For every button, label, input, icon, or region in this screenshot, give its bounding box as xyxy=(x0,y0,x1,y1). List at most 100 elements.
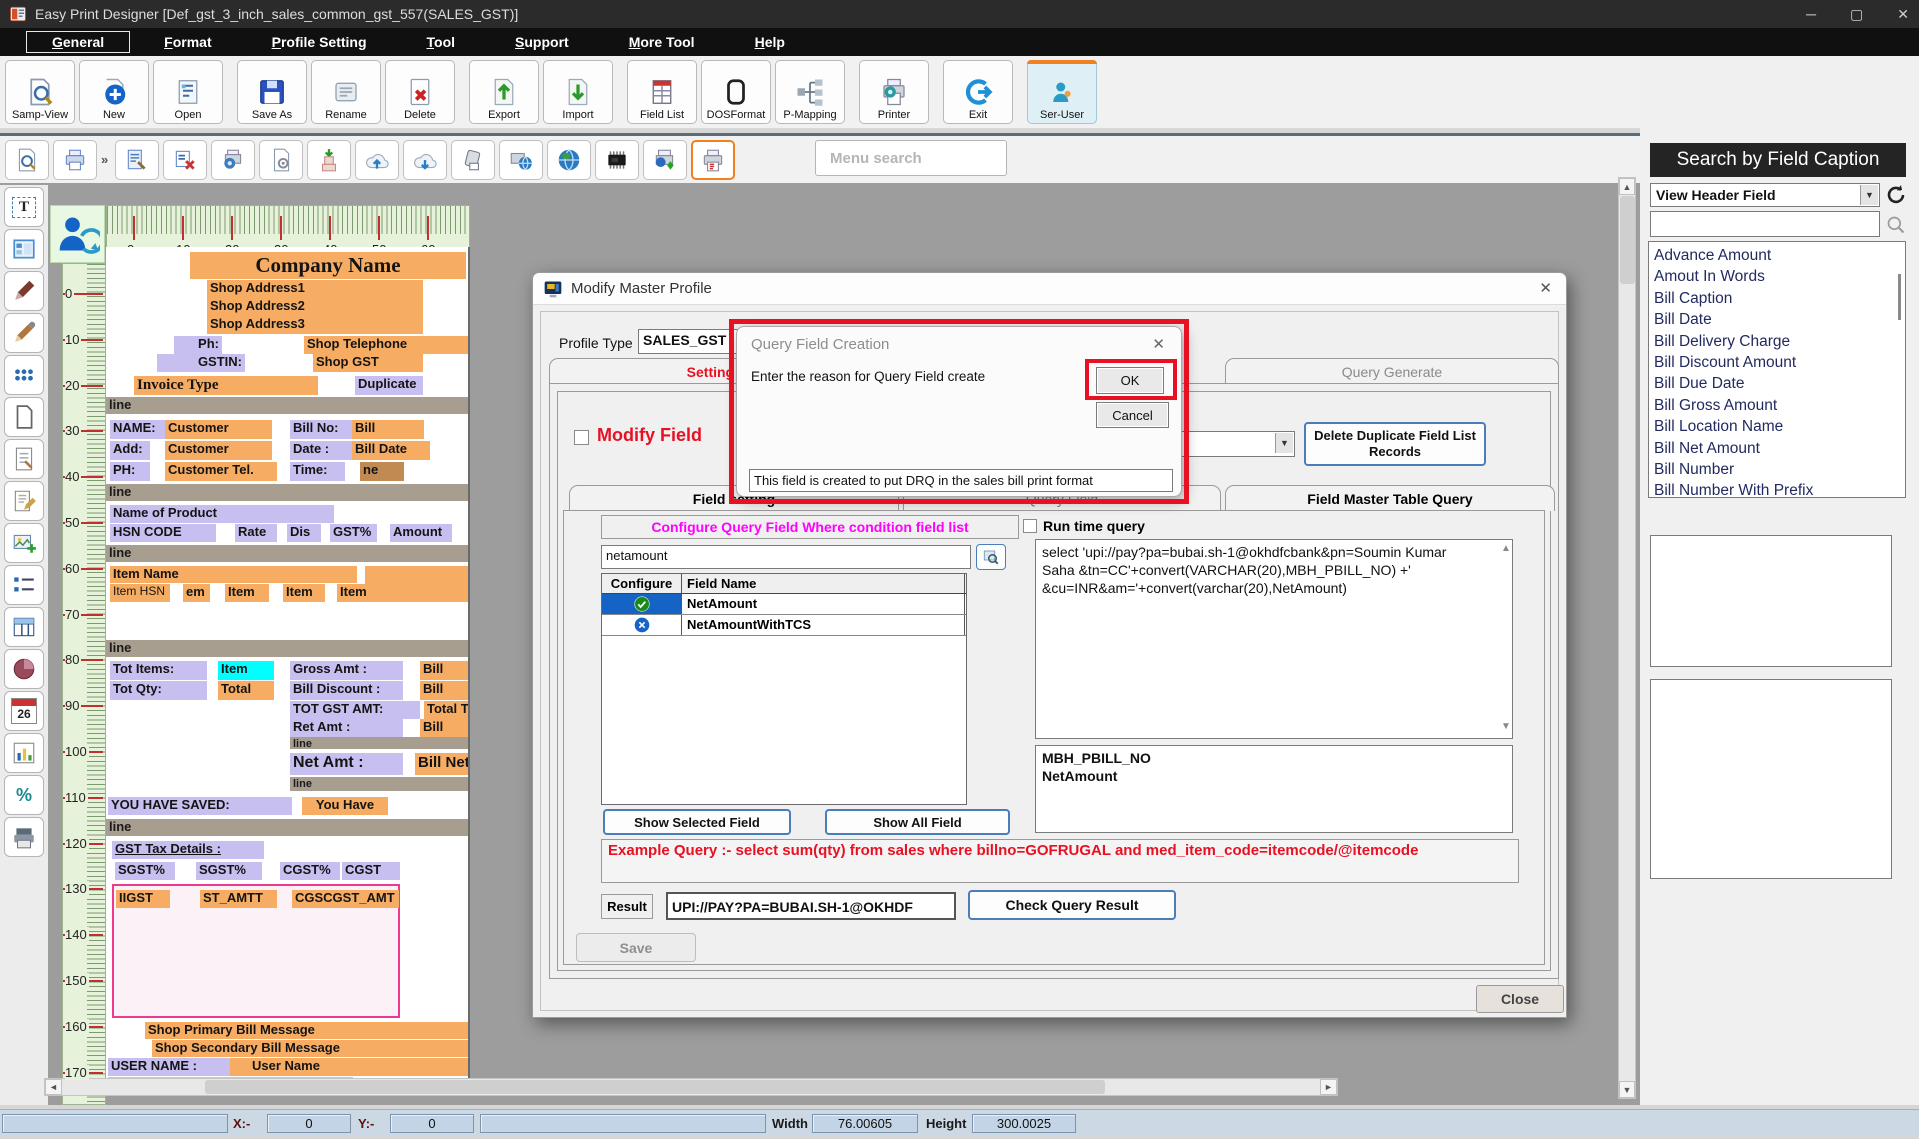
field-caption-item[interactable]: Bill Caption xyxy=(1654,288,1905,309)
field-item-frag[interactable]: em xyxy=(183,584,210,602)
delete-button[interactable]: Delete xyxy=(385,60,455,124)
delete-duplicate-button[interactable]: Delete Duplicate Field List Records xyxy=(1304,422,1486,466)
field-net-amt-label[interactable]: Net Amt : xyxy=(290,753,403,775)
field-time-label[interactable]: Time: xyxy=(290,462,345,481)
field-bill-discount-label[interactable]: Bill Discount : xyxy=(290,681,403,700)
percent-tool[interactable]: % xyxy=(4,775,44,815)
menu-tool[interactable]: Tool xyxy=(401,31,482,53)
field-customer[interactable]: Customer xyxy=(165,420,272,439)
field-invoice-type[interactable]: Invoice Type xyxy=(134,376,318,395)
field-bill[interactable]: Bill xyxy=(352,420,424,439)
horizontal-scrollbar[interactable]: ◄ ► xyxy=(44,1078,1338,1096)
tab-field-master[interactable]: Field Master Table Query xyxy=(1225,485,1555,511)
field-bill-no-label[interactable]: Bill No: xyxy=(290,420,352,439)
pen-tool[interactable] xyxy=(4,271,44,311)
printer-button[interactable]: Printer xyxy=(859,60,929,124)
field-line[interactable]: line xyxy=(106,397,470,414)
field-caption-item[interactable]: Bill Number xyxy=(1654,459,1905,480)
user-import-button[interactable] xyxy=(307,140,351,180)
open-button[interactable]: Open xyxy=(153,60,223,124)
field-user-name-block[interactable]: User Name xyxy=(230,1058,470,1076)
internet-button[interactable] xyxy=(547,140,591,180)
field-date-label[interactable]: Date : xyxy=(290,441,352,460)
field-you-have-saved-label[interactable]: YOU HAVE SAVED: xyxy=(108,797,292,815)
tab-query-generate[interactable]: Query Generate xyxy=(1225,358,1559,384)
chevron-down-icon[interactable]: ▼ xyxy=(1275,433,1293,453)
export-button[interactable]: Export xyxy=(469,60,539,124)
result-value[interactable]: UPI://PAY?PA=BUBAI.SH-1@OKHDF xyxy=(666,892,956,920)
field-duplicate[interactable]: Duplicate xyxy=(355,376,423,395)
field-caption-item[interactable]: Bill Location Name xyxy=(1654,416,1905,437)
save-button[interactable]: Save xyxy=(576,933,696,962)
page-tool[interactable] xyxy=(4,397,44,437)
cloud-download-button[interactable] xyxy=(403,140,447,180)
field-ret-amt-value[interactable]: Bill xyxy=(420,719,470,737)
refresh-icon[interactable] xyxy=(1884,183,1908,207)
field-customer-add[interactable]: Customer xyxy=(165,441,272,460)
field-cgst[interactable]: CGST xyxy=(342,862,400,880)
field-cgst-pct[interactable]: CGST% xyxy=(280,862,340,880)
scroll-down-icon[interactable]: ▼ xyxy=(1619,1081,1635,1098)
field-caption-item[interactable]: Bill Date xyxy=(1654,309,1905,330)
image-add-tool[interactable] xyxy=(4,523,44,563)
close-button[interactable]: Close xyxy=(1476,985,1564,1013)
menu-more-tool[interactable]: More Tool xyxy=(603,31,721,53)
vertical-scrollbar[interactable]: ▲ ▼ xyxy=(1618,177,1636,1099)
query-text-area[interactable]: select 'upi://pay?pa=bubai.sh-1@okhdfcba… xyxy=(1035,539,1513,739)
memory-chip-button[interactable] xyxy=(595,140,639,180)
field-shop-gst[interactable]: Shop GST xyxy=(313,354,423,372)
field-item-hsn[interactable]: Item HSN xyxy=(110,584,170,602)
profile-type-input[interactable]: SALES_GST xyxy=(638,329,738,354)
layout-tool[interactable] xyxy=(4,229,44,269)
field-caption-item[interactable]: Amout In Words xyxy=(1654,266,1905,287)
menu-search-input[interactable] xyxy=(815,140,1007,176)
pie-chart-tool[interactable] xyxy=(4,649,44,689)
close-button[interactable]: ✕ xyxy=(1897,6,1909,23)
field-caption-item[interactable]: Bill Discount Amount xyxy=(1654,352,1905,373)
show-all-field-button[interactable]: Show All Field xyxy=(825,809,1010,835)
printer-service-button[interactable] xyxy=(643,140,687,180)
dialog-close-icon[interactable]: ✕ xyxy=(1539,279,1552,297)
p-mapping-button[interactable]: P-Mapping xyxy=(775,60,845,124)
calendar-tool[interactable]: 26 xyxy=(4,691,44,731)
field-iigst[interactable]: IIGST xyxy=(116,890,170,908)
field-caption-list[interactable]: Advance AmountAmout In WordsBill Caption… xyxy=(1648,241,1906,498)
table-row[interactable]: NetAmount xyxy=(602,594,966,615)
field-tot-gst-label[interactable]: TOT GST AMT: xyxy=(290,701,420,719)
field-caption-item[interactable]: Advance Amount xyxy=(1654,245,1905,266)
minimize-button[interactable]: ─ xyxy=(1806,6,1816,22)
scroll-down-icon[interactable]: ▼ xyxy=(1501,721,1511,732)
field-gstin-label[interactable]: GSTIN: xyxy=(157,354,245,372)
list-scrollbar-thumb[interactable] xyxy=(1898,274,1901,320)
grid-dots-tool[interactable] xyxy=(4,355,44,395)
web-print-button[interactable] xyxy=(499,140,543,180)
save-as-button[interactable]: Save As xyxy=(237,60,307,124)
ok-button[interactable]: OK xyxy=(1096,367,1164,394)
field-sgst-pct-1[interactable]: SGST% xyxy=(115,862,175,880)
pencil-tool[interactable] xyxy=(4,313,44,353)
field-item-rate[interactable]: Item xyxy=(283,584,325,602)
exit-button[interactable]: Exit xyxy=(943,60,1013,124)
field-shop-primary-msg[interactable]: Shop Primary Bill Message xyxy=(145,1022,470,1039)
dosformat-button[interactable]: DOSFormat xyxy=(701,60,771,124)
field-rate[interactable]: Rate xyxy=(235,524,277,542)
field-tot-items-value[interactable]: Item xyxy=(218,661,274,680)
field-search-button[interactable] xyxy=(976,544,1006,570)
menu-help[interactable]: Help xyxy=(729,31,811,53)
field-gross-amt-value[interactable]: Bill xyxy=(420,661,470,680)
field-line[interactable]: line xyxy=(290,777,470,791)
field-gst-pct[interactable]: GST% xyxy=(330,524,377,542)
field-time-value[interactable]: ne xyxy=(360,462,404,481)
field-add-label[interactable]: Add: xyxy=(110,441,150,460)
page-setup-button[interactable] xyxy=(259,140,303,180)
menu-format[interactable]: Format xyxy=(138,31,237,53)
view-field-filter-select[interactable]: View Header Field▼ xyxy=(1650,183,1880,207)
pos-device-button[interactable] xyxy=(451,140,495,180)
field-search-input[interactable]: netamount xyxy=(601,545,971,569)
field-list-button[interactable]: Field List xyxy=(627,60,697,124)
quick-print-button[interactable] xyxy=(53,140,97,180)
field-tot-qty-label[interactable]: Tot Qty: xyxy=(110,681,207,700)
new-button[interactable]: New xyxy=(79,60,149,124)
field-tot-gst-value[interactable]: Total Tax xyxy=(424,701,470,719)
field-line[interactable]: line xyxy=(106,545,470,562)
